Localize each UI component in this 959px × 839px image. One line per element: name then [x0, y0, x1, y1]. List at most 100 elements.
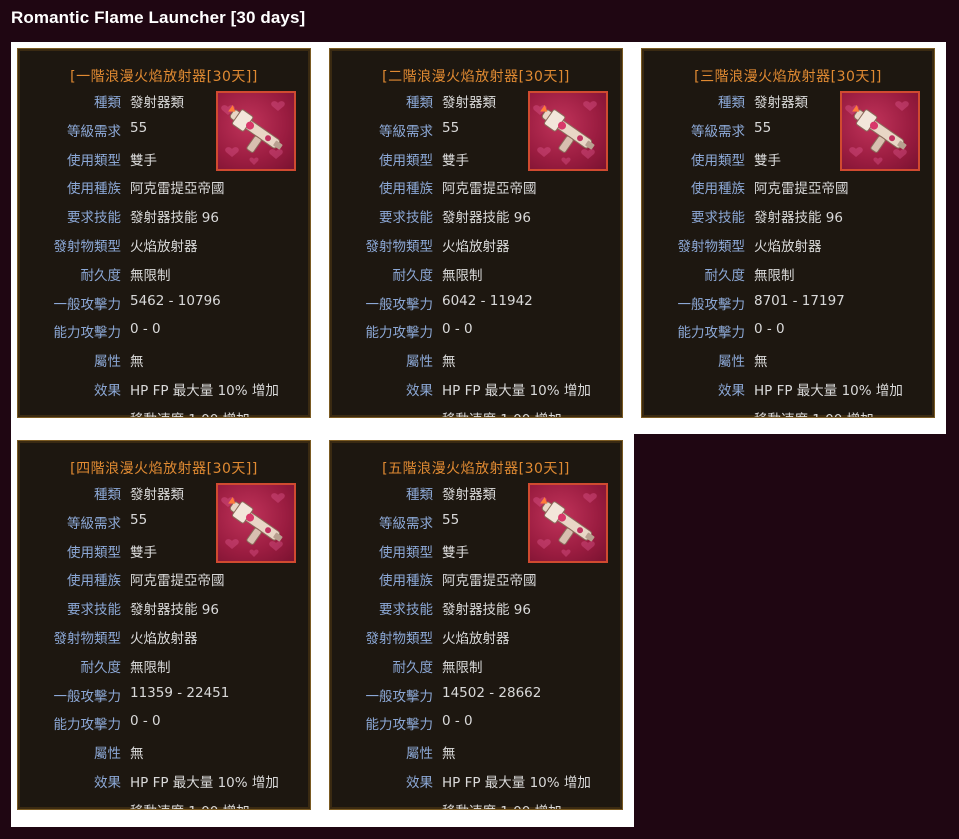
- field-label-attribute: 屬性: [718, 354, 745, 371]
- field-label-use-type: 使用類型: [379, 152, 433, 169]
- flame-launcher-graphic: [221, 493, 285, 557]
- field-value-kind: 發射器類: [442, 487, 496, 503]
- field-value-kind: 發射器類: [442, 95, 496, 111]
- field-label-projectile: 發射物類型: [677, 239, 746, 255]
- field-label-attribute: 屬性: [406, 354, 433, 371]
- field-value-level: 55: [130, 511, 148, 528]
- field-label-attack: 一般攻擊力: [53, 688, 122, 705]
- field-label-level: 等級需求: [379, 123, 433, 140]
- field-value-use-type: 雙手: [442, 152, 469, 169]
- field-label-projectile: 發射物類型: [53, 239, 122, 255]
- field-label-effect: 效果: [94, 383, 121, 399]
- field-value-level: 55: [442, 119, 460, 136]
- item-title: [一階浪漫火焰放射器[30天]]: [70, 69, 258, 85]
- field-value-use-type: 雙手: [130, 544, 157, 561]
- field-label-skill: 要求技能: [67, 210, 121, 227]
- field-value-race: 阿克雷提亞帝國: [130, 181, 225, 198]
- field-value-skill: 發射器技能 96: [754, 210, 843, 227]
- flame-launcher-graphic: [221, 101, 285, 165]
- field-label-durability: 耐久度: [392, 659, 434, 676]
- field-value-use-type: 雙手: [754, 152, 781, 169]
- item-title: [三階浪漫火焰放射器[30天]]: [694, 69, 882, 85]
- field-label-level: 等級需求: [67, 123, 121, 140]
- field-value-durability: 無限制: [130, 659, 171, 676]
- field-value-effect: HP FP 最大量 10% 增加: [442, 775, 591, 791]
- field-label-use-type: 使用類型: [379, 544, 433, 561]
- field-label-attack: 一般攻擊力: [365, 688, 434, 705]
- field-value-durability: 無限制: [754, 267, 795, 284]
- field-value-kind: 發射器類: [130, 487, 184, 503]
- field-label-skill: 要求技能: [379, 210, 433, 227]
- field-value-attribute: 無: [130, 746, 144, 763]
- field-label-attribute: 屬性: [94, 746, 121, 763]
- field-value-skill: 發射器技能 96: [442, 602, 531, 619]
- field-label-use-type: 使用類型: [67, 152, 121, 169]
- field-value-skill: 發射器技能 96: [130, 210, 219, 227]
- field-value-effect-2: 移動速度 1.00 增加: [130, 408, 250, 417]
- field-value-attack: 11359 - 22451: [130, 684, 230, 701]
- field-value-effect-2: 移動速度 1.00 增加: [442, 800, 562, 809]
- field-value-ability-attack: 0 - 0: [442, 713, 473, 730]
- field-value-projectile: 火焰放射器: [130, 239, 198, 255]
- field-label-ability-attack: 能力攻擊力: [365, 717, 434, 734]
- field-label-race: 使用種族: [67, 181, 121, 198]
- item-title: [五階浪漫火焰放射器[30天]]: [382, 461, 570, 477]
- field-value-effect-2: 移動速度 1.00 增加: [442, 408, 562, 417]
- field-value-effect-2: 移動速度 1.00 增加: [754, 408, 874, 417]
- flame-launcher-graphic: [533, 101, 597, 165]
- field-label-ability-attack: 能力攻擊力: [365, 325, 434, 342]
- field-value-attack: 5462 - 10796: [130, 292, 221, 309]
- field-value-attack: 6042 - 11942: [442, 292, 533, 309]
- field-value-use-type: 雙手: [442, 544, 469, 561]
- field-label-attack: 一般攻擊力: [677, 296, 746, 313]
- item-card: [二階浪漫火焰放射器[30天]] 種類 發射器類 等級需求 55 使用類型 雙手 使用種族 阿克…: [329, 48, 623, 418]
- field-value-projectile: 火焰放射器: [754, 239, 822, 255]
- field-label-level: 等級需求: [67, 515, 121, 532]
- field-label-race: 使用種族: [379, 573, 433, 590]
- page-title: Romantic Flame Launcher [30 days]: [11, 8, 306, 27]
- field-label-kind: 種類: [406, 95, 433, 111]
- item-card: [四階浪漫火焰放射器[30天]] 種類 發射器類 等級需求 55 使用類型 雙手 使用種族 阿克…: [17, 440, 311, 810]
- field-value-kind: 發射器類: [754, 95, 808, 111]
- field-label-use-type: 使用類型: [691, 152, 745, 169]
- field-label-race: 使用種族: [691, 181, 745, 198]
- field-label-durability: 耐久度: [704, 267, 746, 284]
- item-card: [一階浪漫火焰放射器[30天]] 種類 發射器類 等級需求 55 使用類型 雙手 使用種族 阿克…: [17, 48, 311, 418]
- field-label-durability: 耐久度: [80, 659, 122, 676]
- field-value-kind: 發射器類: [130, 95, 184, 111]
- flame-launcher-icon: [840, 91, 920, 171]
- flame-launcher-icon: [216, 91, 296, 171]
- item-title: [二階浪漫火焰放射器[30天]]: [382, 69, 570, 85]
- field-value-effect: HP FP 最大量 10% 增加: [442, 383, 591, 399]
- field-label-effect: 效果: [94, 775, 121, 791]
- field-label-ability-attack: 能力攻擊力: [677, 325, 746, 342]
- field-value-skill: 發射器技能 96: [130, 602, 219, 619]
- field-value-effect: HP FP 最大量 10% 增加: [130, 383, 279, 399]
- field-value-level: 55: [442, 511, 460, 528]
- field-label-effect: 效果: [406, 383, 433, 399]
- field-label-projectile: 發射物類型: [365, 631, 434, 647]
- field-label-skill: 要求技能: [67, 602, 121, 619]
- field-value-ability-attack: 0 - 0: [442, 321, 473, 338]
- field-label-kind: 種類: [94, 487, 121, 503]
- field-value-level: 55: [130, 119, 148, 136]
- field-label-projectile: 發射物類型: [53, 631, 122, 647]
- field-value-attack: 14502 - 28662: [442, 684, 542, 701]
- field-value-projectile: 火焰放射器: [442, 631, 510, 647]
- field-value-ability-attack: 0 - 0: [130, 321, 161, 338]
- field-value-durability: 無限制: [442, 267, 483, 284]
- field-label-durability: 耐久度: [80, 267, 122, 284]
- flame-launcher-icon: [216, 483, 296, 563]
- field-value-effect: HP FP 最大量 10% 增加: [130, 775, 279, 791]
- field-value-ability-attack: 0 - 0: [754, 321, 785, 338]
- field-label-ability-attack: 能力攻擊力: [53, 717, 122, 734]
- field-label-kind: 種類: [718, 95, 745, 111]
- flame-launcher-graphic: [845, 101, 909, 165]
- flame-launcher-icon: [528, 91, 608, 171]
- field-label-attack: 一般攻擊力: [365, 296, 434, 313]
- field-value-attribute: 無: [754, 354, 768, 371]
- field-label-level: 等級需求: [691, 123, 745, 140]
- field-value-race: 阿克雷提亞帝國: [442, 181, 537, 198]
- field-value-race: 阿克雷提亞帝國: [442, 573, 537, 590]
- field-value-durability: 無限制: [442, 659, 483, 676]
